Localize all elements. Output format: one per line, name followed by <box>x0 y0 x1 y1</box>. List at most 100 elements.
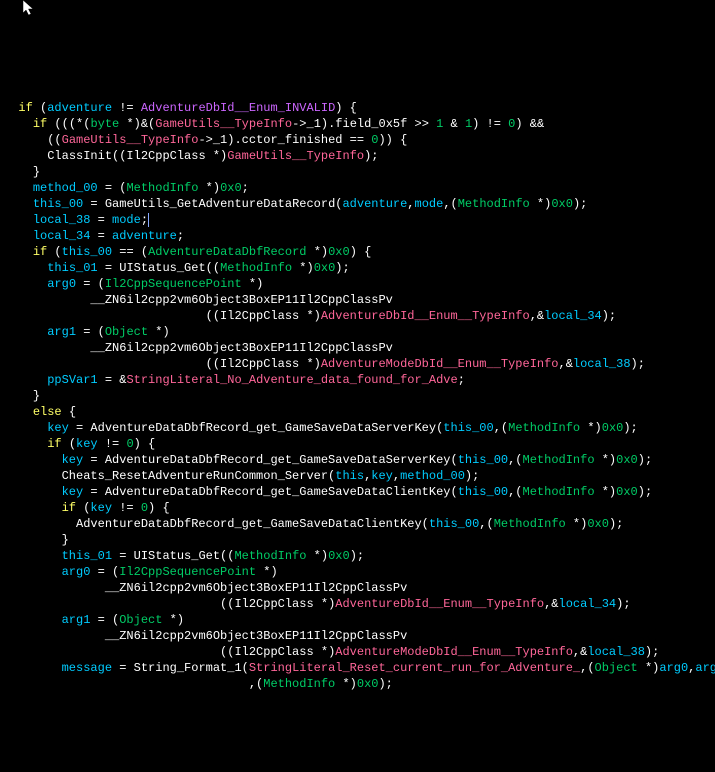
code-token[interactable]: ); <box>602 309 616 323</box>
code-token[interactable]: local_38 <box>587 645 645 659</box>
code-token[interactable]: ( <box>47 245 61 259</box>
code-token[interactable]: 0 <box>141 501 148 515</box>
code-line[interactable]: method_00 = (MethodInfo *)0x0; <box>4 180 711 196</box>
code-token[interactable]: ); <box>465 469 479 483</box>
code-token[interactable]: *) <box>595 485 617 499</box>
code-token[interactable]: method_00 <box>400 469 465 483</box>
code-token[interactable]: if <box>62 501 76 515</box>
code-token[interactable]: = <box>90 213 112 227</box>
code-token[interactable]: key <box>90 501 112 515</box>
code-token[interactable]: this_01 <box>47 261 97 275</box>
code-token[interactable]: if <box>33 117 47 131</box>
code-token[interactable]: , <box>407 197 414 211</box>
code-line[interactable]: local_38 = mode; <box>4 212 711 228</box>
code-token[interactable]: *) <box>307 245 329 259</box>
code-token[interactable]: __ZN6il2cpp2vm6Object3BoxEP11Il2CppClass… <box>90 293 392 307</box>
code-token[interactable]: *) <box>306 549 328 563</box>
code-line[interactable]: Cheats_ResetAdventureRunCommon_Server(th… <box>4 468 711 484</box>
code-token[interactable]: 0x0 <box>220 181 242 195</box>
code-token[interactable]: local_34 <box>559 597 617 611</box>
code-token[interactable]: *) <box>292 261 314 275</box>
code-token[interactable]: ; <box>177 229 184 243</box>
code-token[interactable]: 0x0 <box>616 453 638 467</box>
code-token[interactable]: *) <box>256 565 278 579</box>
code-token[interactable]: Object <box>105 325 148 339</box>
code-token[interactable]: local_34 <box>33 229 91 243</box>
code-token[interactable]: = ( <box>90 613 119 627</box>
code-token[interactable]: Il2CppSequencePoint <box>119 565 256 579</box>
code-token[interactable]: if <box>18 101 32 115</box>
code-line[interactable]: key = AdventureDataDbfRecord_get_GameSav… <box>4 452 711 468</box>
code-token[interactable]: MethodInfo <box>126 181 198 195</box>
code-line[interactable]: ((Il2CppClass *)AdventureDbId__Enum__Typ… <box>4 596 711 612</box>
code-token[interactable]: ,& <box>530 309 544 323</box>
code-line[interactable]: arg0 = (Il2CppSequencePoint *) <box>4 564 711 580</box>
code-token[interactable]: 0x0 <box>357 677 379 691</box>
code-token[interactable]: ) != <box>472 117 508 131</box>
code-token[interactable]: ); <box>609 517 623 531</box>
code-token[interactable]: ,( <box>479 517 493 531</box>
code-token[interactable]: arg1 <box>62 613 91 627</box>
code-token[interactable]: local_38 <box>33 213 91 227</box>
code-token[interactable]: ,( <box>494 421 508 435</box>
code-token[interactable]: arg1 <box>695 661 715 675</box>
code-token[interactable]: ,( <box>508 485 522 499</box>
code-token[interactable]: ; <box>458 373 465 387</box>
code-token[interactable]: AdventureDbId__Enum__TypeInfo <box>335 597 544 611</box>
code-line[interactable]: if (adventure != AdventureDbId__Enum_INV… <box>4 100 711 116</box>
code-token[interactable]: arg0 <box>62 565 91 579</box>
code-token[interactable]: if <box>33 245 47 259</box>
code-token[interactable]: AdventureDbId__Enum_INVALID <box>141 101 335 115</box>
code-token[interactable]: AdventureModeDbId__Enum__TypeInfo <box>335 645 573 659</box>
code-line[interactable]: key = AdventureDataDbfRecord_get_GameSav… <box>4 484 711 500</box>
code-token[interactable]: *) <box>580 421 602 435</box>
code-line[interactable]: this_01 = UIStatus_Get((MethodInfo *)0x0… <box>4 260 711 276</box>
code-token[interactable]: } <box>33 389 40 403</box>
code-token[interactable]: GameUtils_GetAdventureDataRecord( <box>105 197 343 211</box>
code-token[interactable]: ->_1).cctor_finished == <box>198 133 371 147</box>
code-token[interactable]: 0x0 <box>602 421 624 435</box>
code-token[interactable]: __ZN6il2cpp2vm6Object3BoxEP11Il2CppClass… <box>105 581 407 595</box>
code-token[interactable]: ) { <box>148 501 170 515</box>
code-token[interactable]: key <box>62 453 84 467</box>
code-token[interactable]: this_00 <box>458 485 508 499</box>
code-token[interactable]: ) { <box>134 437 156 451</box>
code-token[interactable]: AdventureDataDbfRecord <box>148 245 306 259</box>
code-token[interactable]: != <box>98 437 127 451</box>
code-token[interactable]: MethodInfo <box>263 677 335 691</box>
code-line[interactable]: ,(MethodInfo *)0x0); <box>4 676 711 692</box>
code-token[interactable]: GameUtils__TypeInfo <box>155 117 292 131</box>
code-token[interactable]: byte <box>90 117 119 131</box>
code-token[interactable]: GameUtils__TypeInfo <box>227 149 364 163</box>
code-token[interactable]: = UIStatus_Get(( <box>98 261 220 275</box>
code-token[interactable]: = AdventureDataDbfRecord_get_GameSaveDat… <box>69 421 443 435</box>
code-token[interactable]: != <box>112 101 141 115</box>
code-token[interactable]: = ( <box>76 325 105 339</box>
code-token[interactable]: = & <box>98 373 127 387</box>
code-token[interactable]: = UIStatus_Get(( <box>112 549 234 563</box>
code-token[interactable]: *) <box>638 661 660 675</box>
code-token[interactable]: { <box>62 405 76 419</box>
code-token[interactable]: ); <box>631 357 645 371</box>
code-token[interactable]: *) <box>162 613 184 627</box>
code-token[interactable]: ); <box>350 549 364 563</box>
code-line[interactable]: arg1 = (Object *) <box>4 612 711 628</box>
code-line[interactable]: __ZN6il2cpp2vm6Object3BoxEP11Il2CppClass… <box>4 628 711 644</box>
code-token[interactable]: ; <box>242 181 249 195</box>
code-token[interactable]: Cheats_ResetAdventureRunCommon_Server( <box>62 469 336 483</box>
code-token[interactable]: ); <box>573 197 587 211</box>
code-token[interactable]: & <box>443 117 465 131</box>
code-token[interactable]: __ZN6il2cpp2vm6Object3BoxEP11Il2CppClass… <box>105 629 407 643</box>
code-line[interactable]: ((Il2CppClass *)AdventureModeDbId__Enum_… <box>4 644 711 660</box>
code-token[interactable]: 0x0 <box>328 549 350 563</box>
code-token[interactable]: 0x0 <box>328 245 350 259</box>
code-token[interactable]: adventure <box>342 197 407 211</box>
code-token[interactable]: *)&( <box>119 117 155 131</box>
code-line[interactable]: __ZN6il2cpp2vm6Object3BoxEP11Il2CppClass… <box>4 292 711 308</box>
code-token[interactable]: method_00 <box>33 181 98 195</box>
code-line[interactable]: AdventureDataDbfRecord_get_GameSaveDataC… <box>4 516 711 532</box>
code-line[interactable]: ClassInit((Il2CppClass *)GameUtils__Type… <box>4 148 711 164</box>
code-token[interactable]: *) <box>198 181 220 195</box>
code-line[interactable]: ((Il2CppClass *)AdventureModeDbId__Enum_… <box>4 356 711 372</box>
code-token[interactable]: mode <box>112 213 141 227</box>
